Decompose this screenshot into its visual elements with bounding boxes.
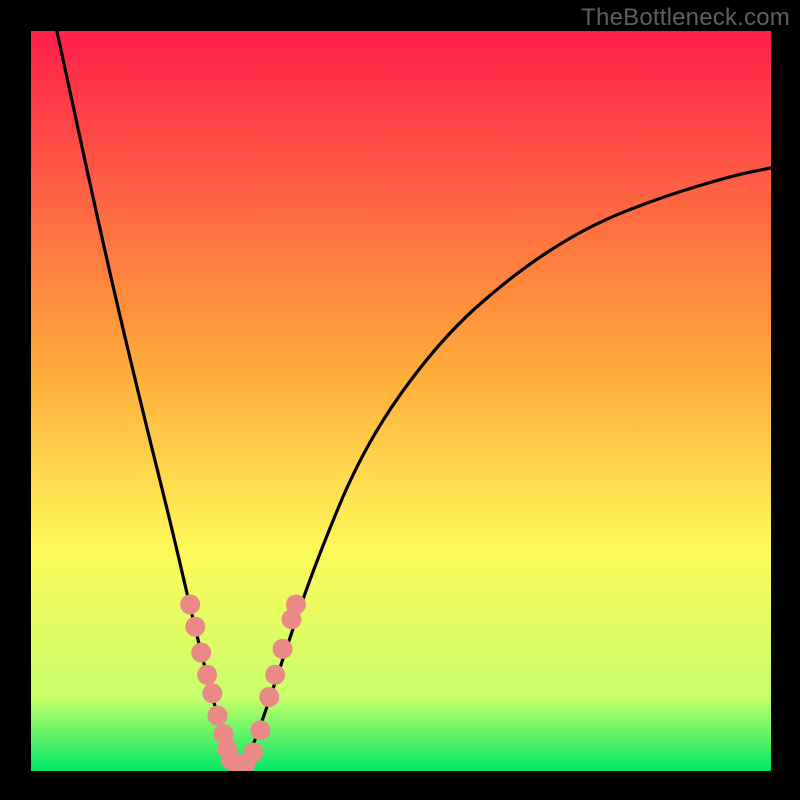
sample-dot xyxy=(197,665,217,685)
sample-dot xyxy=(259,687,279,707)
chart-svg xyxy=(31,31,771,771)
sample-dot xyxy=(185,617,205,637)
plot-area xyxy=(31,31,771,771)
sample-dot xyxy=(243,743,263,763)
chart-frame: TheBottleneck.com xyxy=(0,0,800,800)
sample-dot xyxy=(265,665,285,685)
sample-dot xyxy=(286,595,306,615)
sample-dot xyxy=(207,706,227,726)
sample-dot xyxy=(191,643,211,663)
sample-dot xyxy=(180,595,200,615)
sample-dot xyxy=(202,683,222,703)
sample-dot xyxy=(273,639,293,659)
watermark-text: TheBottleneck.com xyxy=(581,4,790,32)
sample-dot xyxy=(250,720,270,740)
